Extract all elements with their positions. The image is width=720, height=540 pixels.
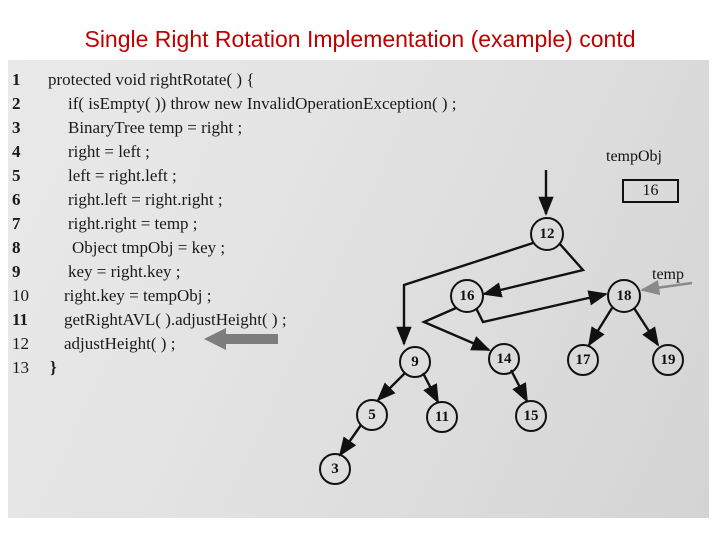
tree-node-19[interactable]: 19: [652, 344, 684, 376]
tree-node-5[interactable]: 5: [356, 399, 388, 431]
tree-node-label: 11: [434, 408, 450, 425]
code-line: 4 right = left ;: [8, 140, 150, 164]
code-line: 10 right.key = tempObj ;: [8, 284, 211, 308]
tempobj-label: tempObj: [606, 148, 662, 165]
tree-node-label: 17: [575, 351, 591, 368]
code-line: 12 adjustHeight( ) ;: [8, 332, 175, 356]
code-line: 9 key = right.key ;: [8, 260, 181, 284]
code-line-text: if( isEmpty( )) throw new InvalidOperati…: [68, 94, 457, 113]
tempobj-value: 16: [642, 182, 659, 199]
code-line-number: 11: [12, 310, 29, 329]
code-line-text: BinaryTree temp = right ;: [68, 118, 243, 137]
tree-node-label: 14: [496, 350, 512, 367]
code-line-number: 1: [12, 70, 21, 89]
tree-node-label: 3: [331, 460, 339, 477]
code-line-number: 12: [12, 334, 29, 353]
code-line: 13}: [8, 356, 57, 380]
code-line-number: 7: [12, 214, 21, 233]
code-line-number: 13: [12, 358, 29, 377]
tree-node-16[interactable]: 16: [450, 279, 484, 313]
tree-node-18[interactable]: 18: [607, 279, 641, 313]
tempobj-value-box: 16: [622, 179, 679, 203]
code-line-number: 3: [12, 118, 21, 137]
code-line-text: protected void rightRotate( ) {: [48, 70, 255, 89]
code-line: 8 Object tmpObj = key ;: [8, 236, 225, 260]
tree-node-14[interactable]: 14: [488, 343, 520, 375]
tree-node-label: 5: [368, 406, 376, 423]
tree-node-label: 9: [411, 353, 419, 370]
tree-node-17[interactable]: 17: [567, 344, 599, 376]
code-line-number: 8: [12, 238, 21, 257]
code-line-number: 5: [12, 166, 21, 185]
code-line: 1 protected void rightRotate( ) {: [8, 68, 254, 92]
code-line-number: 9: [12, 262, 21, 281]
code-line-number: 2: [12, 94, 21, 113]
code-line-number: 4: [12, 142, 21, 161]
tree-node-label: 16: [459, 287, 475, 304]
temp-label: temp: [652, 266, 684, 283]
slide: Single Right Rotation Implementation (ex…: [0, 0, 720, 540]
code-line-text: key = right.key ;: [68, 262, 181, 281]
tree-node-15[interactable]: 15: [515, 400, 547, 432]
tree-node-3[interactable]: 3: [319, 453, 351, 485]
code-line-text: right.right = temp ;: [68, 214, 198, 233]
current-line-arrow-icon: [204, 328, 278, 350]
tree-node-label: 18: [616, 287, 632, 304]
page-title: Single Right Rotation Implementation (ex…: [84, 26, 636, 52]
code-line: 5 left = right.left ;: [8, 164, 177, 188]
code-line-text: adjustHeight( ) ;: [64, 334, 176, 353]
tree-node-9[interactable]: 9: [399, 346, 431, 378]
code-line: 2 if( isEmpty( )) throw new InvalidOperat…: [8, 92, 457, 116]
code-line-text: }: [50, 358, 57, 377]
code-line-text: right = left ;: [68, 142, 150, 161]
code-line-number: 6: [12, 190, 21, 209]
code-line-text: right.key = tempObj ;: [64, 286, 212, 305]
tree-node-label: 12: [539, 225, 555, 242]
code-line-text: left = right.left ;: [68, 166, 177, 185]
tree-node-label: 15: [523, 407, 539, 424]
code-line-number: 10: [12, 286, 29, 305]
code-line-text: right.left = right.right ;: [68, 190, 223, 209]
tree-node-11[interactable]: 11: [426, 401, 458, 433]
code-line-text: Object tmpObj = key ;: [72, 238, 226, 257]
tree-node-label: 19: [660, 351, 676, 368]
tree-node-12[interactable]: 12: [530, 217, 564, 251]
code-line: 7 right.right = temp ;: [8, 212, 198, 236]
code-line: 6 right.left = right.right ;: [8, 188, 223, 212]
code-line: 3 BinaryTree temp = right ;: [8, 116, 242, 140]
